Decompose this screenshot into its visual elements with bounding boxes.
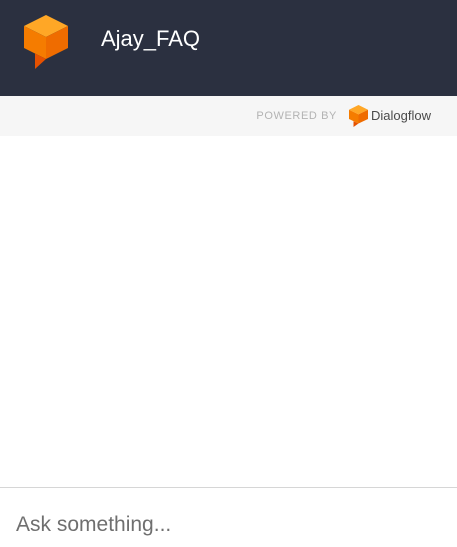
powered-by-bar: POWERED BY Dialogflow bbox=[0, 96, 457, 136]
chat-input[interactable] bbox=[16, 510, 436, 540]
chat-header: Ajay_FAQ bbox=[0, 0, 457, 96]
agent-title: Ajay_FAQ bbox=[101, 26, 201, 51]
dialogflow-logo-icon bbox=[349, 105, 368, 127]
powered-by-label: POWERED BY bbox=[256, 110, 337, 122]
chat-input-bar bbox=[0, 487, 457, 547]
chat-widget: Ajay_FAQ POWERED BY Dialogflow bbox=[0, 0, 457, 547]
dialogflow-cube-icon bbox=[24, 15, 68, 69]
message-list bbox=[0, 136, 457, 487]
dialogflow-brand-name[interactable]: Dialogflow bbox=[371, 108, 431, 124]
